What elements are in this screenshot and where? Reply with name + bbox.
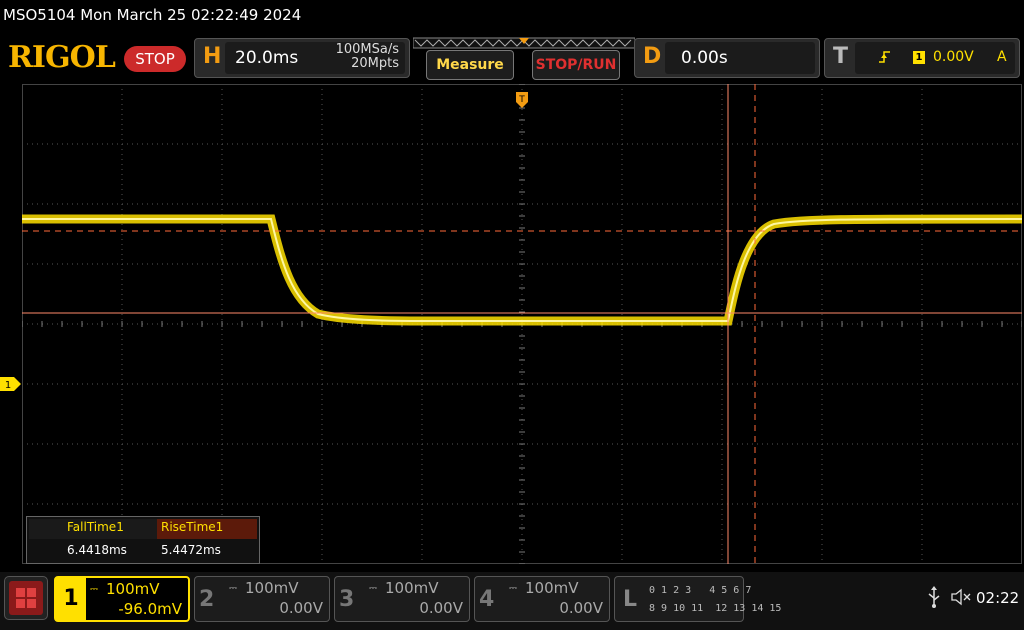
delay-letter: D	[643, 44, 662, 69]
measurement-results[interactable]: FallTime1 RiseTime1 6.4418ms 5.4472ms	[26, 516, 260, 564]
channel-3-box[interactable]: 3 ⎓ 100mV 0.00V	[334, 576, 470, 622]
trigger-position-strip	[413, 37, 635, 49]
channel-3-offset: 0.00V	[419, 599, 463, 617]
trigger-mode: A	[997, 49, 1007, 65]
channel-1-offset: -96.0mV	[118, 600, 182, 618]
channel-4-box[interactable]: 4 ⎓ 100mV 0.00V	[474, 576, 610, 622]
channel-3-number: 3	[339, 587, 355, 612]
trigger-panel[interactable]: T 1 0.00V A	[824, 38, 1020, 78]
run-status-badge[interactable]: STOP	[124, 46, 186, 72]
sample-rate: 100MSa/s	[335, 42, 399, 57]
channel-4-number: 4	[479, 587, 495, 612]
bottom-bar: 1 ⎓ 100mV -96.0mV 2 ⎓ 100mV 0.00V 3 ⎓ 10…	[0, 572, 1024, 630]
title-bar: MSO5104 Mon March 25 02:22:49 2024	[0, 0, 1024, 34]
trigger-settings: 1 0.00V A	[855, 42, 1015, 74]
dc-coupling-icon: ⎓	[229, 583, 237, 594]
logic-analyzer-box[interactable]: L 0 1 2 3 4 5 6 7 8 9 10 11 12 13 14 15	[614, 576, 781, 622]
channel-1-number: 1	[56, 578, 86, 620]
stop-run-button[interactable]: STOP/RUN	[532, 50, 620, 80]
fall-time-label: FallTime1	[67, 520, 124, 534]
dc-coupling-icon: ⎓	[369, 583, 377, 594]
dc-coupling-icon: ⎓	[509, 583, 517, 594]
menu-button[interactable]	[4, 576, 48, 620]
dc-coupling-icon: ⎓	[90, 584, 98, 595]
clock: 02:22	[976, 589, 1020, 607]
horizontal-letter: H	[203, 44, 222, 69]
ch1-marker-label: 1	[5, 380, 11, 391]
time-base: 20.0ms	[235, 48, 299, 68]
trigger-letter: T	[833, 44, 849, 69]
channel-1-box[interactable]: 1 ⎓ 100mV -96.0mV	[54, 576, 190, 622]
sound-muted-icon[interactable]	[950, 587, 972, 607]
ch1-offset-marker[interactable]: 1	[0, 377, 22, 391]
svg-text:T: T	[518, 95, 525, 105]
logic-letter: L	[623, 587, 638, 612]
memory-depth: 20Mpts	[351, 56, 399, 71]
delay-value: 0.00s	[681, 48, 728, 68]
horizontal-panel[interactable]: H 20.0ms 100MSa/s 20Mpts	[194, 38, 410, 78]
sample-info: 100MSa/s 20Mpts	[319, 43, 399, 71]
waveform-graticule[interactable]: T	[22, 84, 1022, 564]
grid-menu-icon	[9, 581, 43, 615]
logic-channels-row-1: 0 1 2 3 4 5 6 7	[649, 585, 752, 596]
rise-time-value: 5.4472ms	[161, 543, 221, 557]
channel-2-number: 2	[199, 587, 215, 612]
trigger-level: 0.00V	[933, 49, 974, 65]
measure-button[interactable]: Measure	[426, 50, 514, 80]
rise-time-label: RiseTime1	[161, 520, 224, 534]
horizontal-settings: 20.0ms 100MSa/s 20Mpts	[225, 42, 405, 74]
channel-2-box[interactable]: 2 ⎓ 100mV 0.00V	[194, 576, 330, 622]
trigger-source: 1	[913, 51, 925, 64]
channel-2-scale: 100mV	[245, 579, 299, 597]
fall-time-value: 6.4418ms	[67, 543, 127, 557]
rigol-logo: RIGOL	[8, 40, 116, 75]
channel-4-offset: 0.00V	[559, 599, 603, 617]
logic-channels-row-2: 8 9 10 11 12 13 14 15	[649, 603, 782, 614]
title-text: MSO5104 Mon March 25 02:22:49 2024	[3, 6, 302, 24]
delay-panel[interactable]: D 0.00s	[634, 38, 820, 78]
rising-edge-icon	[879, 51, 890, 63]
channel-4-scale: 100mV	[525, 579, 579, 597]
delay-settings: 0.00s	[665, 42, 815, 74]
channel-2-offset: 0.00V	[279, 599, 323, 617]
channel-3-scale: 100mV	[385, 579, 439, 597]
channel-1-scale: 100mV	[106, 580, 160, 598]
usb-icon	[928, 586, 940, 608]
